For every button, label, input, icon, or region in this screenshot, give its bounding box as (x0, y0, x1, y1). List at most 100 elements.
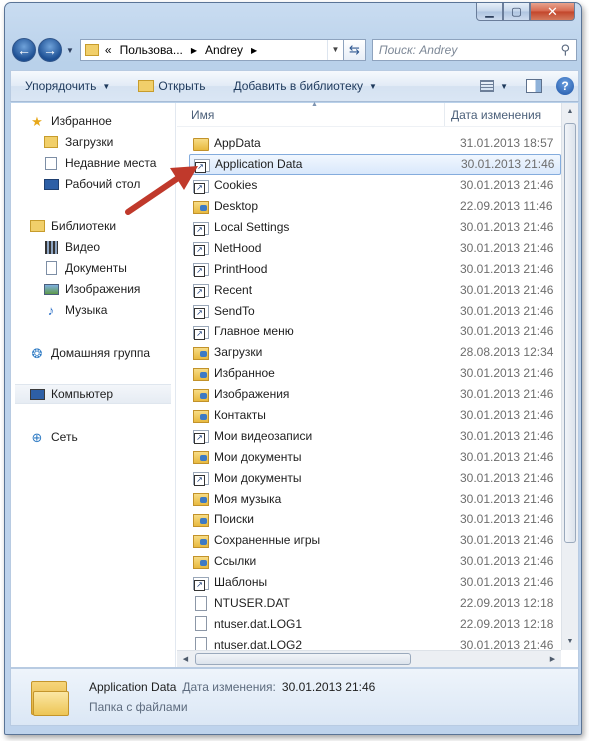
preview-pane-icon[interactable] (526, 79, 542, 93)
minimize-button[interactable]: ▁ (476, 3, 503, 21)
file-name: Изображения (214, 387, 290, 402)
file-row[interactable]: Cookies 30.01.2013 21:46 (185, 175, 561, 196)
file-row[interactable]: Recent 30.01.2013 21:46 (185, 279, 561, 300)
special-folder-icon (193, 451, 209, 465)
nav-video[interactable]: Видео (43, 237, 175, 257)
file-row[interactable]: Ссылки 30.01.2013 21:46 (185, 551, 561, 572)
documents-icon (43, 261, 59, 275)
folder-open-icon (138, 80, 155, 92)
file-row[interactable]: Мои документы 30.01.2013 21:46 (185, 446, 561, 467)
file-row[interactable]: SendTo 30.01.2013 21:46 (185, 300, 561, 321)
help-icon[interactable]: ? (556, 77, 574, 95)
file-date: 30.01.2013 21:46 (460, 575, 554, 590)
file-row[interactable]: Избранное 30.01.2013 21:46 (185, 363, 561, 384)
search-input[interactable]: Поиск: Andrey ⚲ (371, 39, 577, 61)
column-header-name[interactable]: ▲ Имя (177, 101, 445, 126)
file-row[interactable]: AppData 31.01.2013 18:57 (185, 133, 561, 154)
file-row[interactable]: NTUSER.DAT 22.09.2013 12:18 (185, 593, 561, 614)
address-dropdown-icon[interactable]: ▼ (326, 40, 343, 60)
scroll-up-icon[interactable]: ▲ (562, 103, 578, 120)
shortcut-folder-icon (193, 263, 209, 278)
scroll-down-icon[interactable]: ▼ (562, 633, 578, 650)
nav-computer[interactable]: Компьютер (15, 384, 171, 404)
vertical-scroll-thumb[interactable] (564, 123, 576, 543)
file-row[interactable]: Сохраненные игры 30.01.2013 21:46 (185, 530, 561, 551)
nav-homegroup[interactable]: ❂ Домашняя группа (29, 343, 175, 363)
network-icon: ⊕ (31, 429, 43, 445)
organize-button[interactable]: Упорядочить ▼ (11, 71, 124, 101)
file-row[interactable]: Поиски 30.01.2013 21:46 (185, 509, 561, 530)
file-date: 22.09.2013 12:18 (460, 596, 554, 611)
shortcut-folder-icon (194, 158, 210, 173)
file-row[interactable]: Мои документы 30.01.2013 21:46 (185, 467, 561, 488)
file-date: 28.08.2013 12:34 (460, 345, 554, 360)
nav-recent-label: Недавние места (65, 156, 157, 170)
special-folder-icon (193, 346, 209, 360)
shortcut-folder-icon (193, 430, 209, 445)
add-to-library-button[interactable]: Добавить в библиотеку ▼ (219, 71, 390, 101)
close-button[interactable]: ✕ (530, 3, 575, 21)
special-folder-icon (193, 513, 209, 527)
file-row[interactable]: Главное меню 30.01.2013 21:46 (185, 321, 561, 342)
file-row[interactable]: Моя музыка 30.01.2013 21:46 (185, 488, 561, 509)
shortcut-folder-icon (193, 221, 209, 236)
search-icon: ⚲ (560, 42, 570, 57)
recent-pages-dropdown-icon[interactable]: ▼ (66, 46, 74, 55)
forward-button[interactable]: → (38, 38, 62, 62)
file-row[interactable]: Desktop 22.09.2013 11:46 (185, 196, 561, 217)
details-modified-label: Дата изменения: (182, 680, 276, 694)
file-date: 30.01.2013 21:46 (460, 240, 554, 255)
file-row[interactable]: Local Settings 30.01.2013 21:46 (185, 217, 561, 238)
address-bar[interactable]: « Пользова... ▶ Andrey ▶ ▼ (79, 39, 344, 61)
file-date: 30.01.2013 21:46 (460, 220, 554, 234)
file-row[interactable]: ntuser.dat.LOG1 22.09.2013 12:18 (185, 613, 561, 634)
horizontal-scroll-thumb[interactable] (195, 653, 411, 665)
vertical-scrollbar[interactable]: ▲ ▼ (561, 103, 578, 650)
nav-favorites[interactable]: ★ Избранное (29, 111, 175, 131)
horizontal-scrollbar[interactable]: ◀ ▶ (177, 650, 561, 667)
nav-libraries[interactable]: Библиотеки (29, 216, 175, 236)
shortcut-folder-icon (193, 472, 209, 487)
special-folder-icon (193, 534, 209, 548)
open-button[interactable]: Открыть (124, 71, 219, 101)
view-dropdown-icon[interactable]: ▼ (500, 82, 508, 91)
view-options-icon[interactable] (480, 80, 495, 92)
column-header-date[interactable]: Дата изменения (445, 108, 561, 122)
file-name: NTUSER.DAT (214, 596, 290, 611)
breadcrumb-overflow[interactable]: « (105, 43, 112, 57)
nav-images[interactable]: Изображения (43, 279, 175, 299)
file-row[interactable]: Мои видеозаписи 30.01.2013 21:46 (185, 425, 561, 446)
chevron-right-icon[interactable]: ▶ (251, 46, 257, 55)
file-row[interactable]: PrintHood 30.01.2013 21:46 (185, 258, 561, 279)
nav-recent-places[interactable]: Недавние места (43, 153, 175, 173)
nav-network[interactable]: ⊕ Сеть (29, 427, 175, 447)
file-date: 30.01.2013 21:46 (460, 449, 554, 464)
nav-music[interactable]: ♪ Музыка (43, 300, 175, 320)
file-name: Мои документы (214, 470, 302, 485)
file-row[interactable]: Загрузки 28.08.2013 12:34 (185, 342, 561, 363)
nav-video-label: Видео (65, 240, 101, 254)
file-row[interactable]: Изображения 30.01.2013 21:46 (185, 384, 561, 405)
breadcrumb-andrey[interactable]: Andrey (205, 43, 243, 57)
chevron-right-icon[interactable]: ▶ (191, 46, 197, 55)
scroll-right-icon[interactable]: ▶ (544, 651, 561, 668)
maximize-button[interactable]: ▢ (503, 3, 530, 21)
file-name: Поиски (214, 512, 254, 527)
file-row[interactable]: Контакты 30.01.2013 21:46 (185, 405, 561, 426)
nav-documents[interactable]: Документы (43, 258, 175, 278)
scroll-left-icon[interactable]: ◀ (177, 651, 194, 668)
breadcrumb-users[interactable]: Пользова... (120, 43, 183, 57)
file-row[interactable]: NetHood 30.01.2013 21:46 (185, 237, 561, 258)
file-row[interactable]: Application Data 30.01.2013 21:46 (189, 153, 561, 175)
column-date-label: Дата изменения (451, 107, 542, 122)
special-folder-icon (193, 493, 209, 507)
file-name: Recent (214, 282, 253, 297)
file-row[interactable]: Шаблоны 30.01.2013 21:46 (185, 572, 561, 593)
nav-images-label: Изображения (65, 282, 141, 296)
file-name: Мои документы (214, 449, 302, 464)
back-button[interactable]: ← (12, 38, 36, 62)
refresh-button[interactable]: ⇆ (343, 39, 366, 61)
nav-downloads[interactable]: Загрузки (43, 132, 175, 152)
nav-desktop[interactable]: Рабочий стол (43, 174, 175, 194)
file-list: AppData 31.01.2013 18:57 Application Data 3… (185, 133, 561, 655)
